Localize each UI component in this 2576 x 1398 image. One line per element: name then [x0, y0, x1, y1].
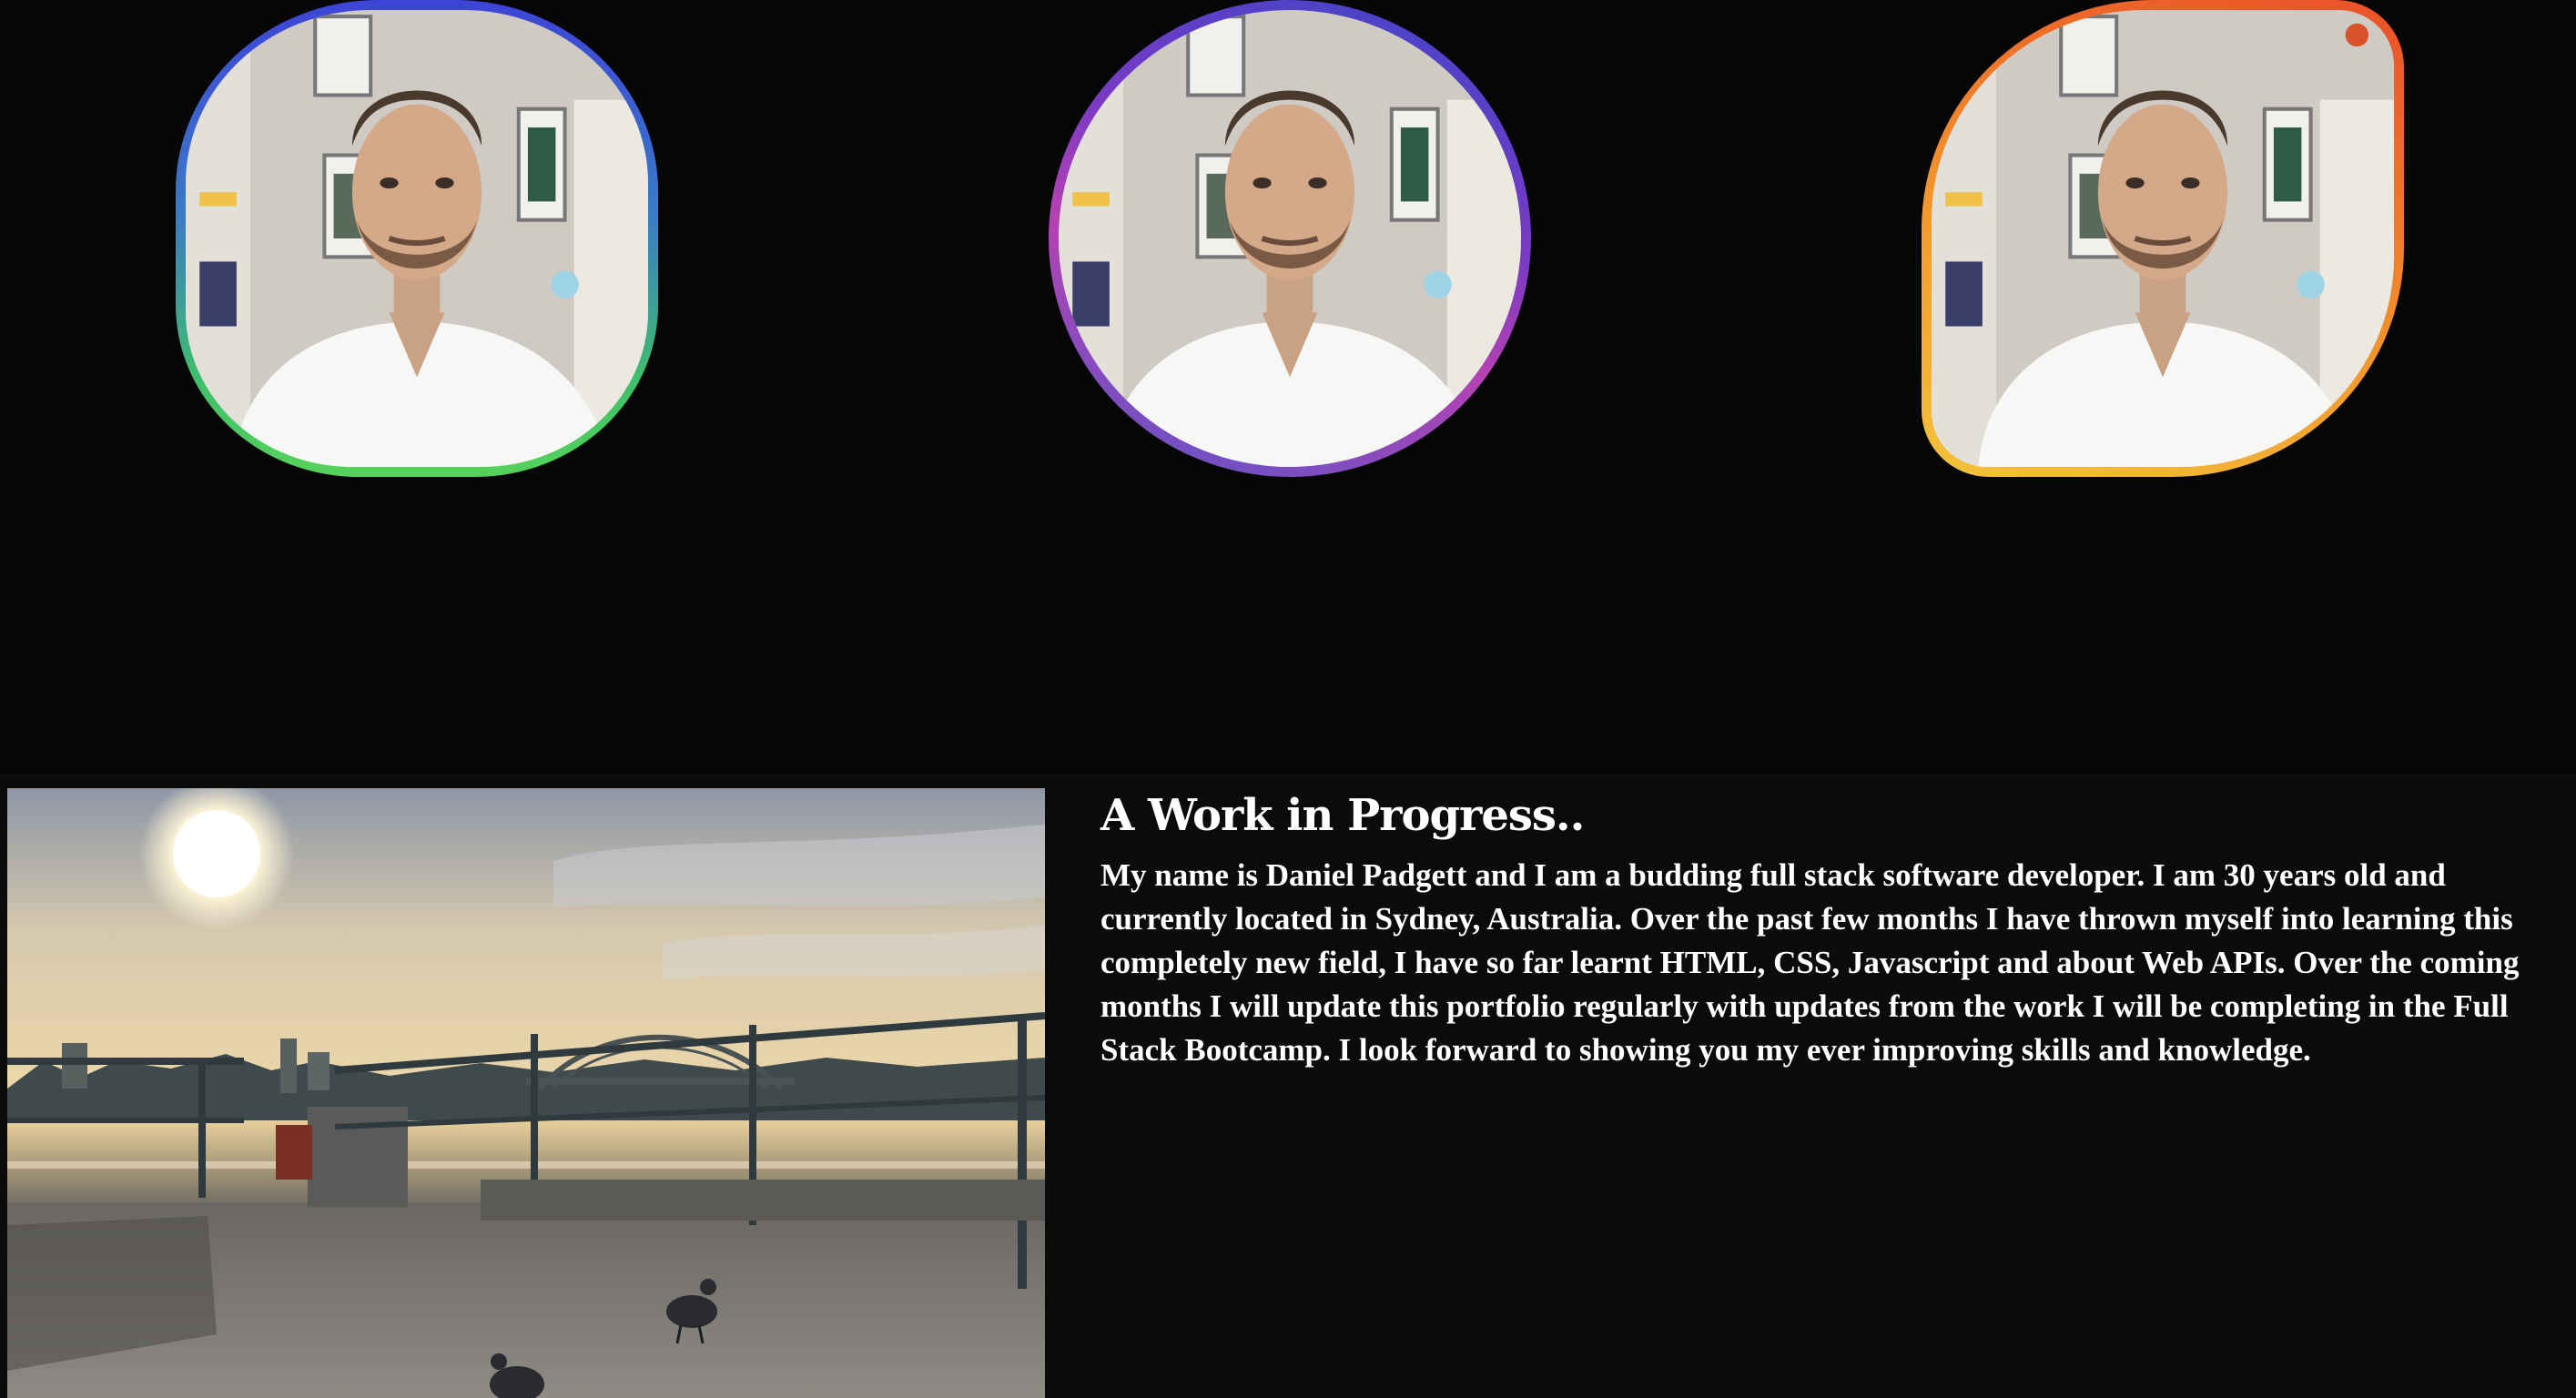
portrait-illustration — [1932, 10, 2394, 467]
harbour-illustration — [7, 788, 1045, 1398]
about-text-block: A Work in Progress.. My name is Daniel P… — [1100, 781, 2566, 1072]
portrait-illustration — [1059, 10, 1521, 467]
avatar-photo — [186, 10, 648, 467]
about-title: A Work in Progress.. — [1100, 790, 1585, 841]
harbour-photo — [7, 788, 1045, 1398]
avatar-photo — [1059, 10, 1521, 467]
avatar-row — [0, 0, 2576, 774]
avatar-frame-leaf — [1922, 0, 2404, 477]
avatar-photo — [1932, 10, 2394, 467]
portfolio-page: A Work in Progress.. My name is Daniel P… — [0, 0, 2576, 1398]
about-body: My name is Daniel Padgett and I am a bud… — [1100, 857, 2520, 1068]
portrait-illustration — [186, 10, 648, 467]
avatar-frame-circle — [1049, 0, 1531, 477]
about-section: A Work in Progress.. My name is Daniel P… — [0, 774, 2576, 1398]
avatar-frame-rounded — [176, 0, 658, 477]
